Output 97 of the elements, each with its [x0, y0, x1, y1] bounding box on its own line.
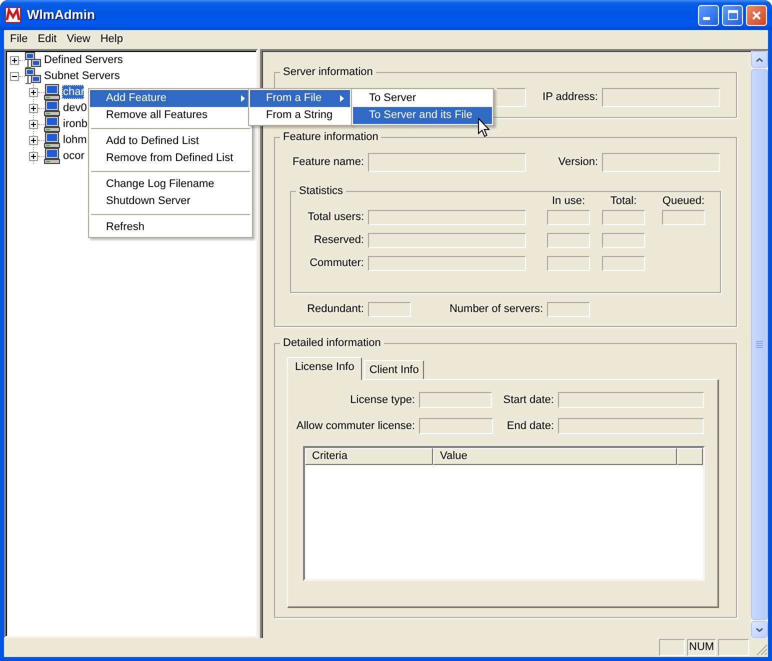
chevron-up-icon — [756, 58, 763, 62]
text-field[interactable] — [368, 210, 526, 225]
maximize-icon — [728, 10, 738, 20]
tree-item[interactable]: Subnet Servers — [43, 69, 120, 83]
tree-item[interactable]: Defined Servers — [43, 53, 123, 67]
menu-item[interactable]: From a String — [250, 107, 350, 124]
text-field[interactable] — [547, 233, 590, 248]
field-label: Redundant: — [307, 303, 364, 316]
text-field[interactable] — [497, 88, 526, 107]
field-label: Feature name: — [292, 156, 364, 169]
field-label: Number of servers: — [449, 303, 543, 316]
text-field[interactable] — [368, 256, 526, 271]
expand-icon[interactable] — [29, 136, 38, 144]
tree-item[interactable]: lohm — [62, 133, 87, 147]
menu-item[interactable]: Add Feature — [90, 90, 251, 107]
window-title: WlmAdmin — [27, 6, 95, 24]
field-label: Version: — [558, 156, 598, 169]
tree-item[interactable]: dev0 — [62, 101, 87, 115]
text-field[interactable] — [547, 302, 590, 317]
collapse-icon[interactable] — [10, 72, 19, 80]
menu-item[interactable]: Add to Defined List — [90, 133, 251, 150]
text-field[interactable] — [547, 256, 590, 271]
status-panel — [659, 639, 685, 656]
text-field[interactable] — [419, 418, 493, 434]
tab[interactable]: License Info — [287, 357, 362, 380]
menu-bar-item[interactable]: File — [5, 31, 33, 48]
menu-item[interactable]: Remove from Defined List — [90, 150, 251, 167]
field-label: In use: — [552, 195, 586, 208]
text-field[interactable] — [602, 233, 645, 248]
group-title: Statistics — [298, 185, 344, 198]
expand-icon[interactable] — [29, 88, 38, 96]
group-title: Feature information — [282, 131, 380, 144]
status-panel: NUM — [687, 639, 716, 656]
text-field[interactable] — [558, 418, 704, 434]
menu-item[interactable]: To Server and its File — [353, 107, 492, 124]
menu-item[interactable]: From a File — [250, 90, 350, 107]
menu-item[interactable]: To Server — [353, 90, 492, 107]
menu-item[interactable]: Remove all Features — [90, 107, 251, 124]
text-field[interactable] — [558, 392, 704, 408]
computer-icon — [44, 84, 60, 100]
minimize-button[interactable] — [698, 4, 719, 26]
field-label: Allow commuter license: — [296, 420, 415, 432]
field-label: IP address: — [542, 91, 598, 104]
field-label: Commuter: — [310, 257, 364, 270]
minimize-icon — [703, 17, 710, 20]
text-field[interactable] — [368, 302, 411, 317]
menu-bar-item[interactable]: Help — [95, 31, 128, 48]
tab[interactable]: Client Info — [364, 360, 424, 379]
menu-item[interactable]: Change Log Filename — [90, 176, 251, 193]
tree-item[interactable]: ocor — [62, 149, 84, 163]
tree-item[interactable]: ironb — [62, 117, 88, 131]
scroll-up-button[interactable] — [751, 51, 768, 68]
field-label: Reserved: — [314, 234, 364, 247]
expand-icon[interactable] — [29, 104, 38, 112]
text-field[interactable] — [602, 153, 720, 172]
menu-bar-item[interactable]: View — [62, 31, 96, 48]
app-icon — [5, 7, 21, 23]
column-header[interactable]: Value — [433, 448, 677, 465]
computer-icon — [44, 100, 60, 116]
grip-icon — [756, 341, 763, 348]
menu-bar-item[interactable]: Edit — [32, 31, 62, 48]
group-title: Detailed information — [282, 337, 382, 350]
text-field[interactable] — [602, 88, 720, 107]
field-label: Total: — [610, 195, 637, 208]
column-header[interactable] — [677, 448, 703, 465]
column-header[interactable]: Criteria — [305, 448, 433, 465]
text-field[interactable] — [662, 210, 705, 225]
computer-icon — [44, 116, 60, 132]
expand-icon[interactable] — [29, 120, 38, 128]
field-label: End date: — [506, 420, 554, 432]
computer-icon — [44, 132, 60, 148]
text-field[interactable] — [602, 256, 645, 271]
resize-grip-icon — [756, 644, 768, 656]
status-panel — [718, 639, 749, 656]
menu-item[interactable]: Refresh — [90, 219, 251, 236]
close-button[interactable] — [746, 4, 767, 26]
text-field[interactable] — [368, 233, 526, 248]
field-label: Total users: — [308, 211, 364, 224]
text-field[interactable] — [419, 392, 492, 408]
tree-item[interactable]: char — [62, 85, 84, 99]
chevron-down-icon — [756, 628, 763, 632]
maximize-button[interactable] — [722, 4, 743, 26]
menu-item[interactable]: Shutdown Server — [90, 193, 251, 210]
close-icon — [752, 10, 761, 20]
text-field[interactable] — [368, 153, 526, 172]
group-title: Server information — [282, 66, 374, 79]
field-label: Queued: — [662, 195, 705, 208]
expand-icon[interactable] — [10, 56, 19, 64]
text-field[interactable] — [547, 210, 590, 225]
text-field[interactable] — [602, 210, 645, 225]
computer-icon — [44, 148, 60, 164]
network-icon — [25, 68, 41, 84]
field-label: Start date: — [503, 394, 554, 406]
network-icon — [25, 52, 41, 68]
field-label: License type: — [350, 394, 415, 406]
expand-icon[interactable] — [29, 152, 38, 160]
scroll-down-button[interactable] — [751, 621, 768, 638]
